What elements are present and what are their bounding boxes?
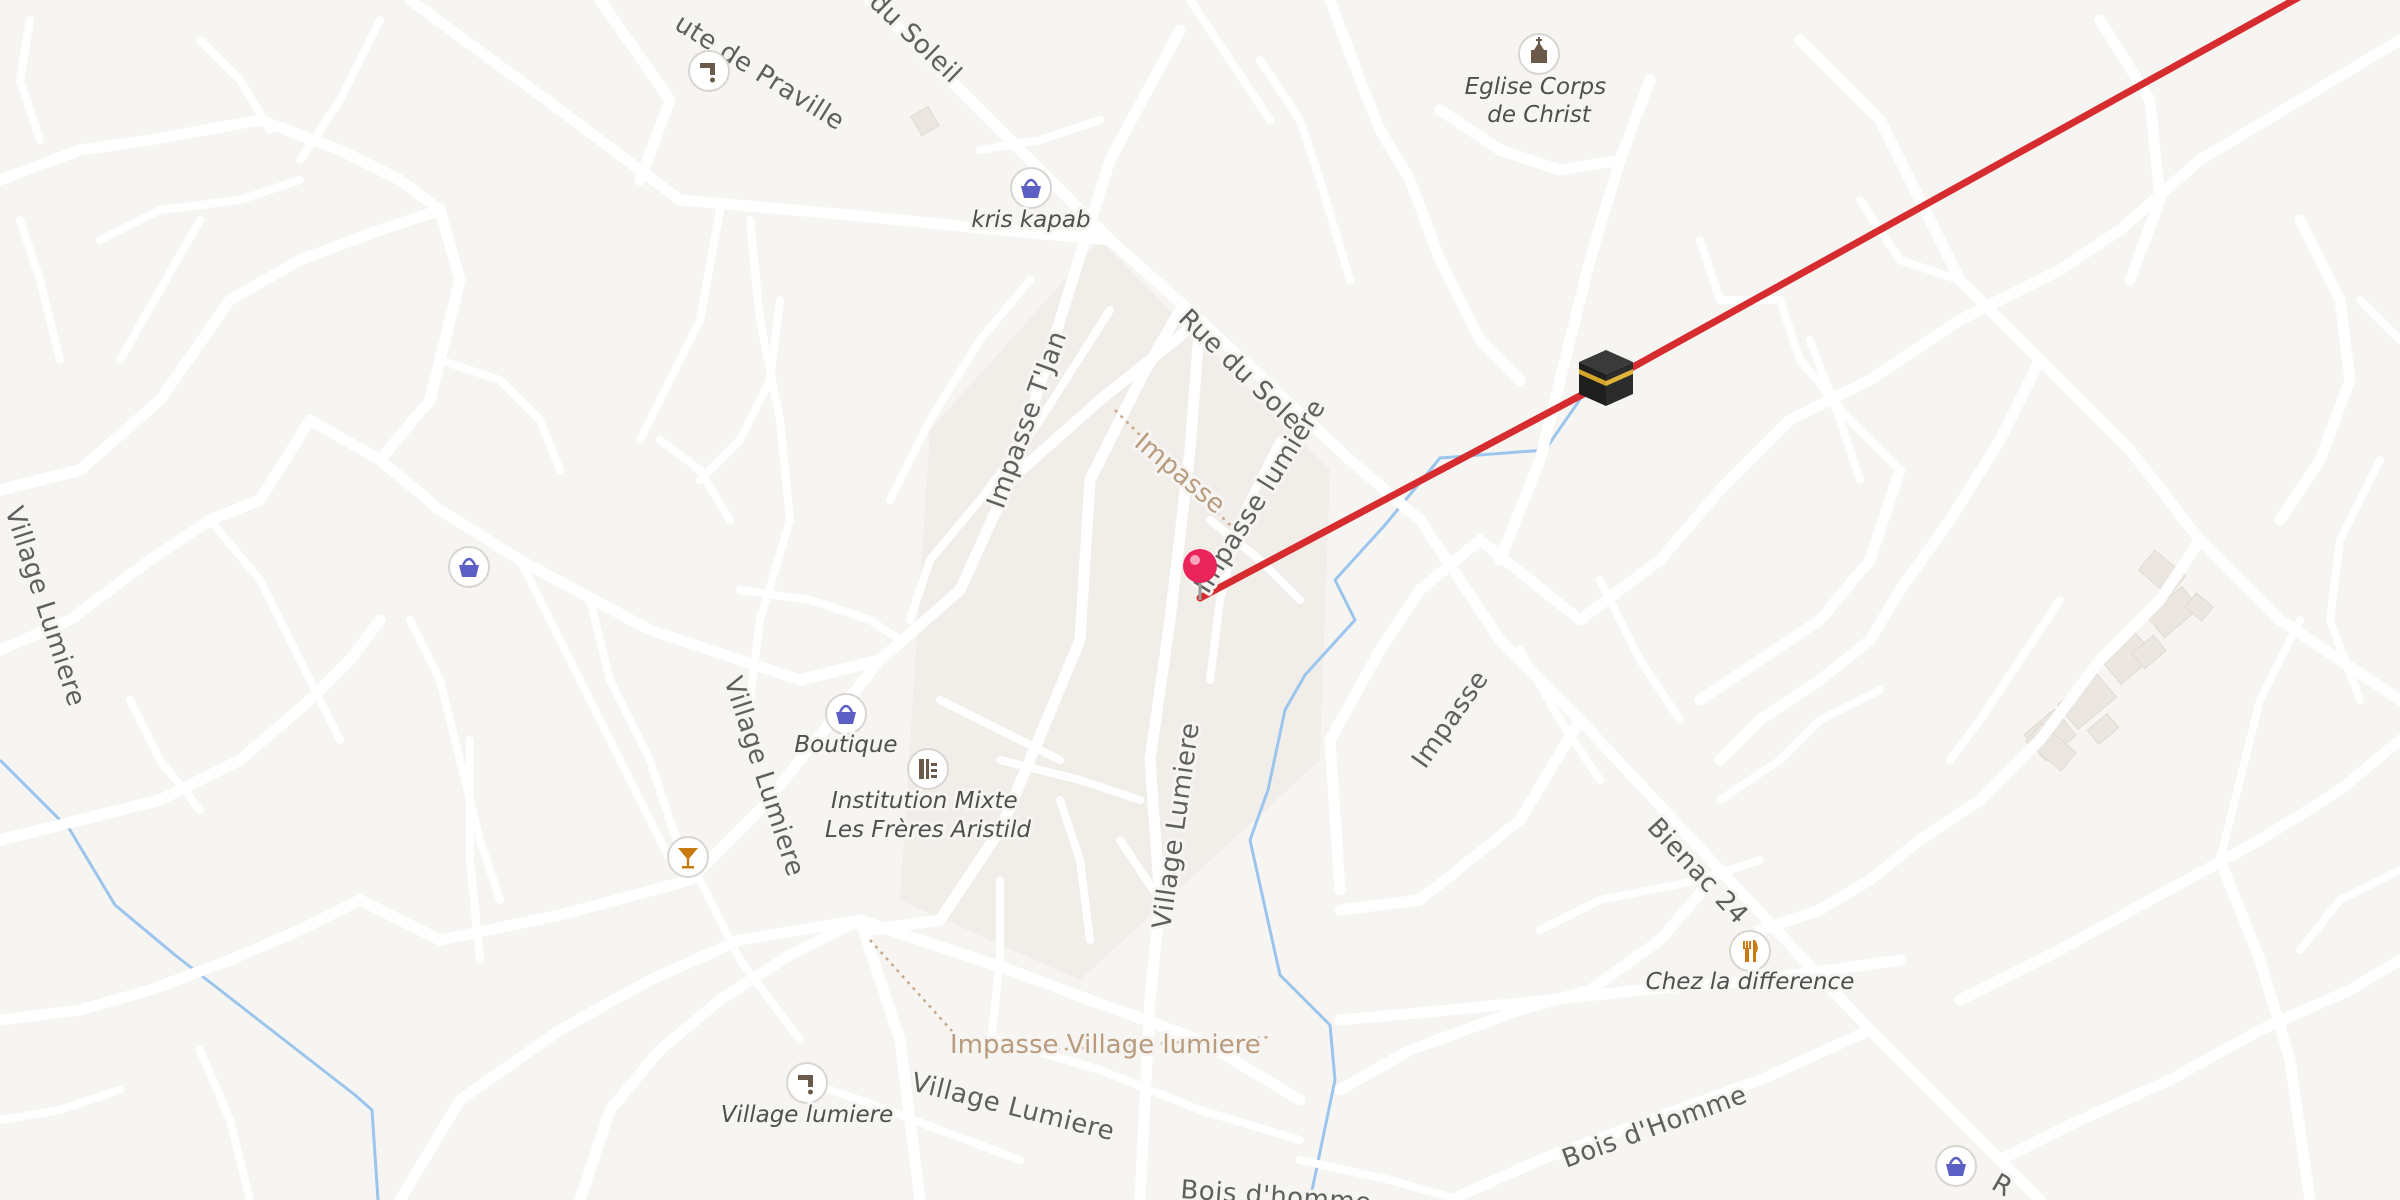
poi-label-eglise: Eglise Corps de Christ bbox=[1465, 74, 1614, 128]
poi-label-institution-line1: Institution Mixte bbox=[831, 788, 1018, 814]
street-label-rue-du-soleil-top: du Soleil bbox=[863, 0, 967, 89]
poi-bar[interactable] bbox=[667, 836, 709, 878]
poi-water-tap-north[interactable] bbox=[688, 50, 730, 92]
street-label-village-lumiere-bottom: Village Lumiere bbox=[908, 1068, 1117, 1147]
poi-label-chez-la-difference: Chez la difference bbox=[1646, 969, 1855, 995]
poi-kris-kapab[interactable] bbox=[1010, 167, 1052, 209]
street-label-impasse-east: Impasse bbox=[1406, 665, 1495, 774]
poi-label-village-lumiere: Village lumiere bbox=[721, 1102, 894, 1128]
street-label-bois-dhomme-bottom: Bois d'homme bbox=[1180, 1175, 1373, 1200]
poi-label-boutique: Boutique bbox=[794, 732, 897, 758]
poi-label-eglise-line1: Eglise Corps bbox=[1465, 74, 1607, 100]
poi-chez-la-difference[interactable] bbox=[1729, 930, 1771, 972]
street-label-village-lumiere-mid: Village Lumiere bbox=[717, 673, 810, 880]
poi-label-eglise-line2: de Christ bbox=[1487, 102, 1592, 128]
poi-water-tap-village[interactable] bbox=[786, 1062, 828, 1104]
landuse-area bbox=[900, 240, 1330, 980]
poi-label-kris-kapab: kris kapab bbox=[971, 207, 1090, 233]
poi-institution[interactable] bbox=[907, 748, 949, 790]
map-canvas[interactable]: ute de Praville du Soleil Rue du Soleil … bbox=[0, 0, 2400, 1200]
poi-shop-southeast[interactable] bbox=[1935, 1145, 1977, 1187]
kaaba-icon[interactable] bbox=[1579, 350, 1633, 406]
poi-label-institution-line2: Les Frères Aristild bbox=[825, 817, 1031, 843]
poi-boutique[interactable] bbox=[825, 693, 867, 735]
poi-shop-west[interactable] bbox=[448, 546, 490, 588]
path-label-impasse-village-lumiere: Impasse Village lumiere bbox=[950, 1030, 1261, 1060]
street-label-bois-dhomme: Bois d'Homme bbox=[1558, 1080, 1751, 1175]
street-label-village-lumiere-left: Village Lumiere bbox=[0, 503, 91, 710]
poi-church[interactable] bbox=[1518, 33, 1560, 75]
